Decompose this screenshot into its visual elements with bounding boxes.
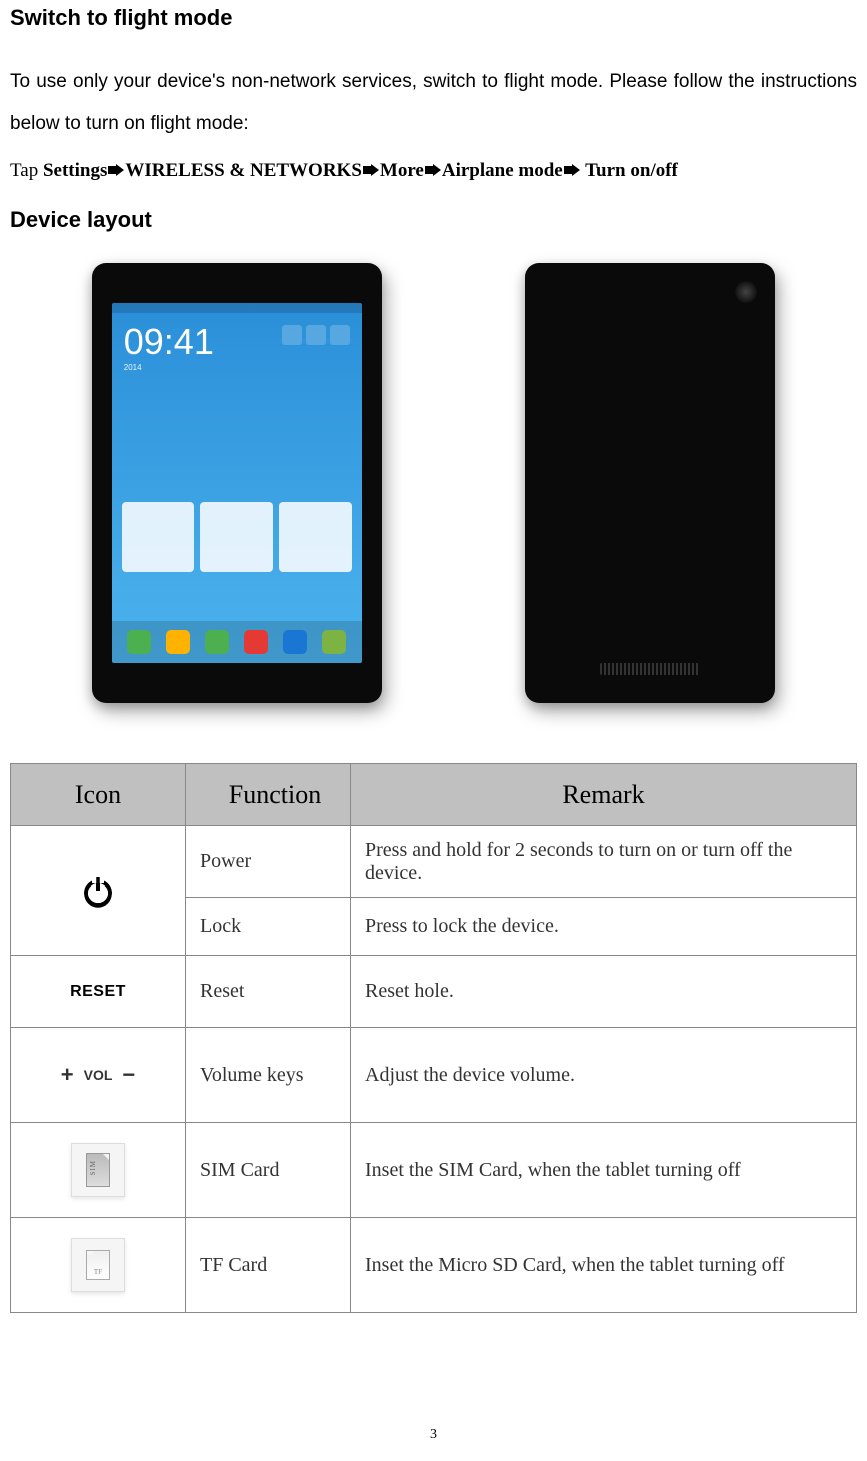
- table-cell-function: SIM Card: [186, 1123, 351, 1218]
- icon-function-table: Icon Function Remark: [10, 763, 857, 1313]
- minus-icon: −: [122, 1064, 135, 1086]
- plus-icon: +: [61, 1064, 74, 1086]
- table-cell-remark: Press to lock the device.: [351, 898, 857, 956]
- screen-date: 2014: [112, 363, 362, 372]
- table-row: TF TF Card Inset the Micro SD Card, when…: [11, 1218, 857, 1313]
- arrow-icon: [564, 160, 580, 182]
- table-header-function: Function: [186, 764, 351, 826]
- speaker-grill-icon: [600, 663, 700, 675]
- reset-icon: RESET: [11, 956, 185, 1027]
- table-cell-function: Power: [186, 826, 351, 898]
- page-number: 3: [0, 1427, 867, 1443]
- heading-device-layout: Device layout: [10, 207, 857, 233]
- arrow-icon: [363, 160, 379, 182]
- instruction-step-toggle: Turn on/off: [581, 160, 678, 181]
- device-layout-images: 09:41 2014: [10, 263, 857, 703]
- power-icon: [11, 826, 185, 955]
- device-back-image: [525, 263, 775, 703]
- table-cell-remark: Inset the Micro SD Card, when the tablet…: [351, 1218, 857, 1313]
- table-header-icon: Icon: [11, 764, 186, 826]
- table-cell-function: Reset: [186, 956, 351, 1028]
- table-cell-remark: Adjust the device volume.: [351, 1028, 857, 1123]
- sim-card-icon: SIM: [11, 1123, 185, 1217]
- table-header-remark: Remark: [351, 764, 857, 826]
- instruction-line: Tap Settings WIRELESS & NETWORKS More Airpl…: [10, 160, 857, 183]
- instruction-step-more: More: [380, 160, 424, 181]
- device-front-image: 09:41 2014: [92, 263, 382, 703]
- table-row: Power Press and hold for 2 seconds to tu…: [11, 826, 857, 898]
- arrow-icon: [425, 160, 441, 182]
- device-screen: 09:41 2014: [112, 303, 362, 663]
- volume-icon: + VOL −: [11, 1028, 185, 1122]
- instruction-step-wireless: WIRELESS & NETWORKS: [125, 160, 362, 181]
- flight-mode-paragraph: To use only your device's non-network se…: [10, 61, 857, 145]
- instruction-step-settings: Settings: [43, 160, 107, 181]
- table-row: + VOL − Volume keys Adjust the device vo…: [11, 1028, 857, 1123]
- table-cell-remark: Press and hold for 2 seconds to turn on …: [351, 826, 857, 898]
- table-cell-remark: Reset hole.: [351, 956, 857, 1028]
- table-row: SIM SIM Card Inset the SIM Card, when th…: [11, 1123, 857, 1218]
- arrow-icon: [108, 160, 124, 182]
- tf-card-icon: TF: [11, 1218, 185, 1312]
- instruction-step-airplane: Airplane mode: [442, 160, 563, 181]
- table-cell-function: Lock: [186, 898, 351, 956]
- table-cell-function: TF Card: [186, 1218, 351, 1313]
- heading-flight-mode: Switch to flight mode: [10, 5, 857, 31]
- table-cell-remark: Inset the SIM Card, when the tablet turn…: [351, 1123, 857, 1218]
- table-row: RESET Reset Reset hole.: [11, 956, 857, 1028]
- table-cell-function: Volume keys: [186, 1028, 351, 1123]
- camera-lens-icon: [735, 281, 757, 303]
- instruction-tap: Tap: [10, 160, 43, 181]
